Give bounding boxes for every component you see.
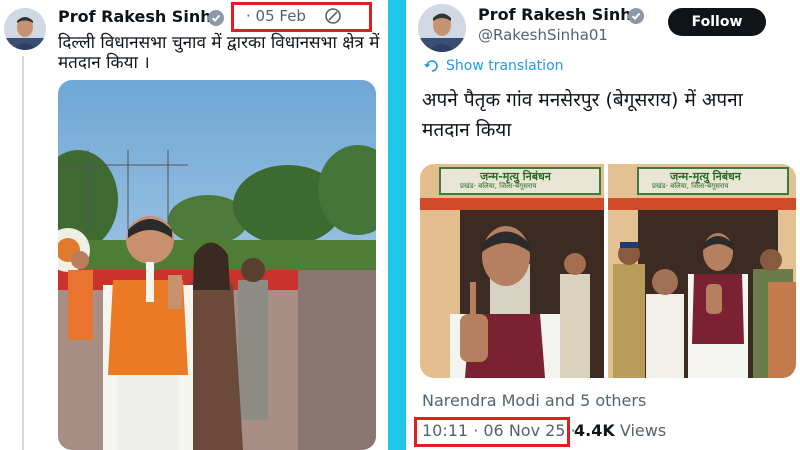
right-tweet: Prof Rakesh Sinha @RakeshSinha01 Follow … (406, 0, 800, 450)
sign-subtext: प्रखंड- बलिया, जिला-बेगूसराय (460, 182, 537, 190)
sign-subtext: प्रखंड- बलिया, जिला-बेगूसराय (652, 182, 729, 190)
views-counter[interactable]: 4.4K Views (574, 421, 666, 440)
post-text-line-2: मतदान किया । (58, 53, 150, 73)
liked-by-text[interactable]: Narendra Modi and 5 others (422, 391, 646, 410)
panel-divider (388, 0, 406, 450)
post-text-line-2: मतदान किया (422, 119, 512, 141)
translate-icon[interactable] (424, 58, 440, 74)
timestamp-highlight-box (414, 417, 570, 447)
avatar[interactable] (418, 4, 466, 52)
author-name[interactable]: Prof Rakesh Sinha (478, 5, 642, 24)
thread-line (22, 56, 24, 450)
show-translation-link[interactable]: Show translation (446, 58, 564, 74)
views-label: Views (619, 421, 667, 440)
post-photo[interactable] (58, 80, 376, 450)
post-photo-1[interactable]: जन्म-मृत्यु निबंधन प्रखंड- बलिया, जिला-ब… (420, 164, 604, 378)
verified-badge-icon (628, 8, 644, 24)
post-photo-2[interactable]: जन्म-मृत्यु निबंधन प्रखंड- बलिया, जिला-ब… (608, 164, 796, 378)
post-text-line-1: अपने पैतृक गांव मनसेरपुर (बेगूसराय) में … (422, 89, 743, 111)
author-handle[interactable]: @RakeshSinha01 (478, 26, 608, 44)
views-count: 4.4K (574, 421, 615, 440)
follow-button[interactable]: Follow (668, 8, 766, 36)
verified-badge-icon (208, 10, 224, 26)
left-tweet: Prof Rakesh Sinha · 05 Feb दिल्ली विधानस… (0, 0, 388, 450)
author-name[interactable]: Prof Rakesh Sinha (58, 7, 222, 26)
avatar[interactable] (4, 8, 46, 50)
date-highlight-box (231, 2, 372, 32)
